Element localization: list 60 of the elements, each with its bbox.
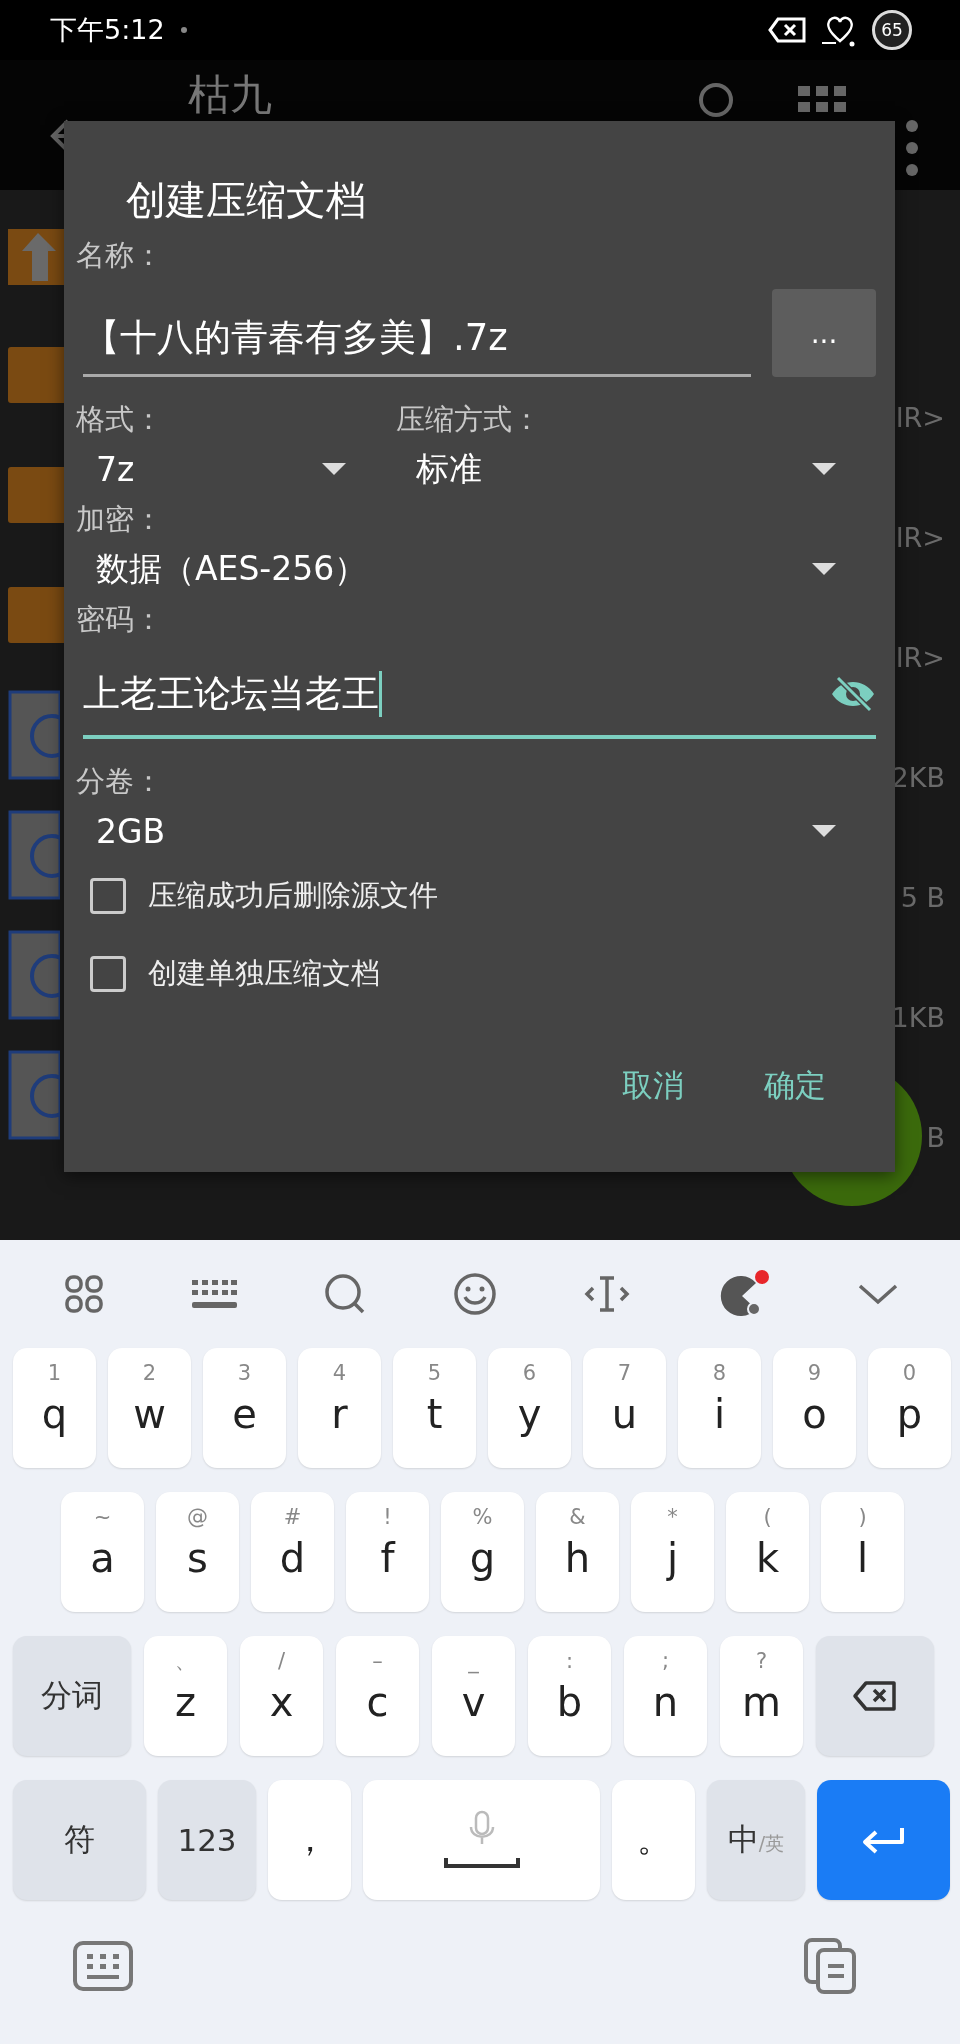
dialog-button[interactable]: 确定 (744, 1055, 846, 1117)
password-field[interactable]: 上老王论坛当老王 (83, 669, 820, 719)
checkbox-label: 创建单独压缩文档 (148, 955, 380, 992)
keyboard-key[interactable]: ， (268, 1780, 351, 1900)
name-field[interactable]: 【十八的青春有多美】.7z (83, 289, 751, 377)
keyboard-key[interactable]: 8 i (678, 1348, 761, 1468)
split-dropdown[interactable]: 2GB (76, 803, 876, 859)
keyboard-key[interactable]: 3 e (203, 1348, 286, 1468)
file-size: 1KB (891, 1002, 945, 1033)
keyboard-key[interactable]: 分词 (13, 1636, 131, 1756)
keyboard-key[interactable]: & h (536, 1492, 619, 1612)
dialog-button[interactable]: 取消 (602, 1055, 704, 1117)
keyboard-key[interactable]: 9 o (773, 1348, 856, 1468)
keyboard-key[interactable]: ? m (720, 1636, 803, 1756)
keyboard-key[interactable]: ~ a (61, 1492, 144, 1612)
dialog-title: 创建压缩文档 (126, 176, 367, 225)
status-time: 下午5:12 (50, 13, 165, 47)
keyboard-key[interactable]: ( k (726, 1492, 809, 1612)
keyboard-key[interactable]: ) l (821, 1492, 904, 1612)
keyboard-key[interactable]: * j (631, 1492, 714, 1612)
keyboard-key[interactable]: _ v (432, 1636, 515, 1756)
keyboard-key[interactable]: 、 z (144, 1636, 227, 1756)
keyboard-key[interactable]: 5 t (393, 1348, 476, 1468)
keyboard-key[interactable]: 123 (158, 1780, 256, 1900)
field-label: 加密： (76, 501, 164, 538)
keyboard-key[interactable]: 中/英 (707, 1780, 805, 1900)
field-label: 格式： (76, 401, 164, 438)
encryption-dropdown[interactable]: 数据（AES-256） (76, 541, 876, 597)
keyboard-key[interactable]: 4 r (298, 1348, 381, 1468)
browse-button[interactable]: ... (772, 289, 876, 377)
keyboard-key[interactable]: / x (240, 1636, 323, 1756)
keyboard-key[interactable]: % g (441, 1492, 524, 1612)
keyboard-key[interactable]: ! f (346, 1492, 429, 1612)
keyboard-key[interactable]: 2 w (108, 1348, 191, 1468)
keyboard-key[interactable]: # d (251, 1492, 334, 1612)
battery-indicator: 65 (872, 10, 912, 50)
keyboard-key[interactable]: : b (528, 1636, 611, 1756)
checkbox-label: 压缩成功后删除源文件 (148, 877, 438, 914)
keyboard-key[interactable]: 0 p (868, 1348, 951, 1468)
file-size: IR> (895, 402, 945, 433)
keyboard-key[interactable]: 符 (13, 1780, 146, 1900)
keyboard-key[interactable]: @ s (156, 1492, 239, 1612)
file-size: IR> (895, 522, 945, 553)
method-dropdown[interactable]: 标准 (396, 441, 876, 497)
field-label: 压缩方式： (396, 401, 542, 438)
field-label: 分卷： (76, 763, 164, 800)
keyboard-key[interactable]: 6 y (488, 1348, 571, 1468)
keyboard-key[interactable]: 7 u (583, 1348, 666, 1468)
file-size: 5 B (900, 882, 945, 913)
file-size: B (926, 1122, 945, 1153)
format-dropdown[interactable]: 7z (76, 441, 376, 497)
keyboard-key[interactable]: 1 q (13, 1348, 96, 1468)
keyboard-key[interactable]: 。 (612, 1780, 695, 1900)
app-title: 枯九 (188, 70, 272, 120)
field-label: 密码： (76, 601, 164, 638)
field-label: 名称： (76, 237, 164, 274)
file-size: 2KB (891, 762, 945, 793)
file-size: IR> (895, 642, 945, 673)
keyboard-key[interactable]: ; n (624, 1636, 707, 1756)
keyboard-key[interactable]: – c (336, 1636, 419, 1756)
